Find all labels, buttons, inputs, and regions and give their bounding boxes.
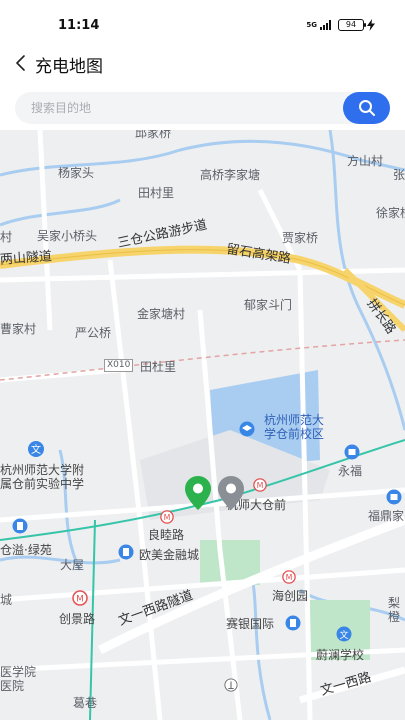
charging-map[interactable]: 邱家桥 杨家头 方山村 田村里 高桥李家塘 张 徐家桥 村 吴家小桥头 贾家桥 … <box>0 130 405 720</box>
landmark-icon <box>224 678 238 692</box>
school-icon: 文 <box>28 441 44 457</box>
map-label-hzsfd-campus: 杭州师范大 学仓前校区 <box>264 413 325 441</box>
shop-icon-2 <box>386 489 402 505</box>
map-label-liangmulu: 良睦路 <box>148 528 185 542</box>
svg-text:文: 文 <box>339 629 348 641</box>
map-label-dawu: 大屋 <box>60 558 85 572</box>
map-label-fudingjia: 福鼎家 <box>368 509 405 523</box>
university-icon <box>239 421 255 437</box>
map-label-wujiaxiaoqiaotou: 吴家小桥头 <box>37 229 98 243</box>
search-input[interactable] <box>31 92 331 124</box>
map-label-zhang: 张 <box>393 168 405 182</box>
metro-icon-2: M <box>253 478 267 492</box>
map-label-tianduli: 田杜里 <box>140 360 177 374</box>
map-label-gexiang: 葛巷 <box>73 696 98 710</box>
building-icon <box>12 518 28 534</box>
battery-icon: 94 <box>338 19 366 31</box>
svg-text:文: 文 <box>31 443 41 456</box>
map-label-qiujiaqiao: 邱家桥 <box>135 130 172 140</box>
status-bar: 11:14 5G 94 <box>0 0 405 40</box>
search-button[interactable] <box>343 92 390 124</box>
map-label-caojiacun: 曹家村 <box>0 322 37 336</box>
map-label-gaoqiaolijiatang: 高桥李家塘 <box>200 168 261 182</box>
map-label-weilanxuexiao: 蔚澜学校 <box>316 648 365 662</box>
school-icon-2: 文 <box>336 626 352 642</box>
svg-text:M: M <box>286 573 293 582</box>
map-label-cheng: 城 <box>0 593 13 607</box>
map-label-cangxilvyuan: 仓溢·绿苑 <box>0 543 52 557</box>
shop-icon <box>344 444 360 460</box>
map-label-fangshancun: 方山村 <box>347 154 384 168</box>
map-label-saiyinguoji: 赛银国际 <box>226 617 275 631</box>
status-time: 11:14 <box>58 18 100 33</box>
network-label: 5G <box>306 20 317 29</box>
search-bar <box>15 92 390 124</box>
search-icon <box>358 100 375 116</box>
map-label-oumeijinrongcheng: 欧美金融城 <box>139 548 200 562</box>
map-label-chuangjinglu: 创景路 <box>59 612 96 626</box>
map-label-cun: 村 <box>0 230 13 244</box>
map-label-jinjiatangcun: 金家塘村 <box>137 307 186 321</box>
map-label-hzsfd-school: 杭州师范大学附 属仓前实验中学 <box>0 463 85 491</box>
signal-icon <box>320 20 331 30</box>
svg-text:M: M <box>164 513 171 522</box>
metro-icon-4: M <box>282 570 296 584</box>
map-label-haichuangyuan: 海创园 <box>272 589 309 603</box>
map-label-xujiaqiao: 徐家桥 <box>376 206 405 220</box>
map-label-jiajiaqiao: 贾家桥 <box>282 231 319 245</box>
building-icon-3 <box>285 615 301 631</box>
map-label-yujiadoumen: 郁家斗门 <box>244 298 293 312</box>
svg-text:M: M <box>257 481 264 490</box>
metro-icon: M <box>72 590 88 606</box>
header: 充电地图 <box>0 46 405 82</box>
metro-icon-3: M <box>160 510 174 524</box>
svg-text:M: M <box>76 595 84 605</box>
charging-station-pin-gray[interactable] <box>217 475 245 511</box>
map-label-li: 梨 橙 <box>388 596 401 624</box>
back-arrow-icon[interactable] <box>14 54 28 72</box>
battery-level: 94 <box>345 20 357 29</box>
building-icon-2 <box>118 544 134 560</box>
map-label-yixue: 医学院 医院 <box>0 665 37 693</box>
map-label-tiancunli: 田村里 <box>138 186 175 200</box>
map-label-yangongqiao: 严公桥 <box>75 326 112 340</box>
map-label-x010: X010 <box>104 359 134 372</box>
status-icons: 5G 94 <box>306 19 375 31</box>
page-title: 充电地图 <box>35 57 103 77</box>
charging-icon <box>367 19 375 31</box>
map-label-yongfu: 永福 <box>338 464 363 478</box>
charging-station-pin-green[interactable] <box>184 475 212 511</box>
map-label-yangjiatou: 杨家头 <box>58 166 95 180</box>
